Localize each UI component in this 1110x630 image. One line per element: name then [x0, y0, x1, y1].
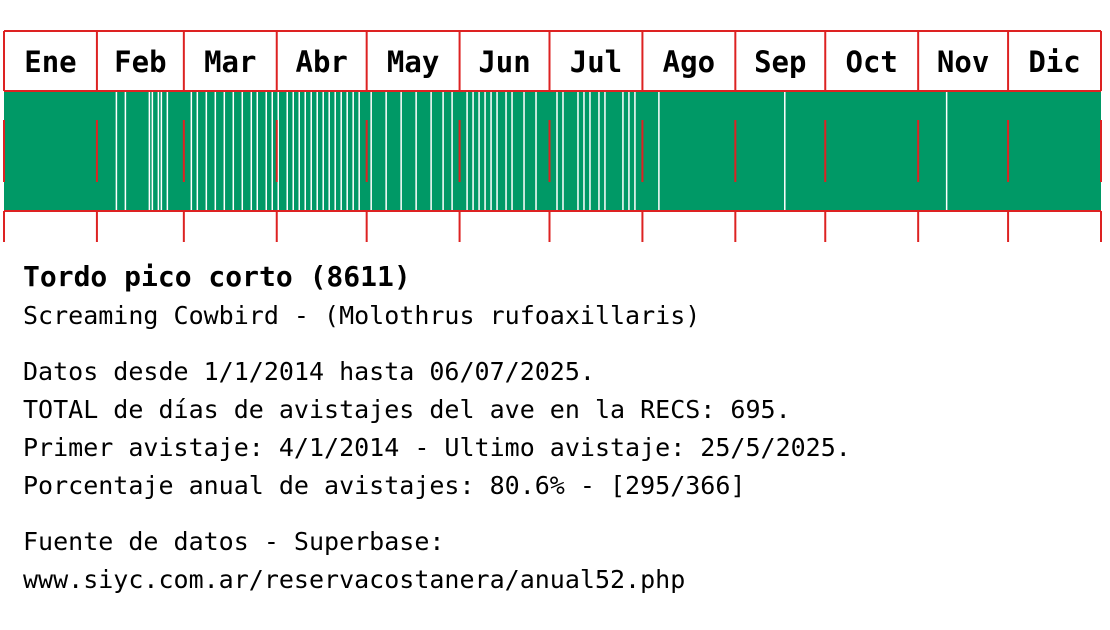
absence-day — [511, 92, 513, 210]
absence-day — [622, 92, 624, 210]
absence-day — [466, 92, 468, 210]
month-label: Feb — [114, 45, 166, 79]
absence-day — [316, 92, 318, 210]
absence-day — [496, 92, 498, 210]
first-last-sighting-text: Primer avistaje: 4/1/2014 - Ultimo avist… — [23, 433, 851, 462]
absence-day — [241, 92, 244, 210]
absence-day — [334, 92, 336, 210]
absence-day — [505, 92, 507, 210]
month-label: Jul — [570, 45, 622, 79]
month-label: Dic — [1028, 45, 1080, 79]
absence-day — [442, 92, 444, 210]
month-label: Ago — [663, 45, 715, 79]
absence-day — [370, 92, 372, 210]
month-label: Sep — [754, 45, 806, 79]
species-info: Tordo pico corto (8611) Screaming Cowbir… — [23, 257, 1103, 599]
data-source-label: Fuente de datos - Superbase: — [23, 527, 445, 556]
absence-day — [523, 92, 525, 210]
absence-day — [190, 92, 193, 210]
absence-day — [205, 92, 208, 210]
total-days-text: TOTAL de días de avistajes del ave en la… — [23, 395, 791, 424]
absence-day — [298, 92, 300, 210]
absence-day — [451, 92, 453, 210]
absence-day — [352, 92, 354, 210]
absence-day — [535, 92, 537, 210]
absence-day — [358, 92, 360, 210]
absence-day — [115, 92, 118, 210]
absence-day — [784, 92, 786, 210]
month-label: Mar — [204, 45, 256, 79]
absence-day — [157, 92, 160, 210]
absence-day — [658, 92, 660, 210]
absence-day — [271, 92, 274, 210]
absence-day — [250, 92, 253, 210]
absence-day — [304, 92, 306, 210]
absence-day — [148, 92, 151, 210]
month-label: Nov — [937, 45, 989, 79]
absence-day — [328, 92, 330, 210]
presence-band — [4, 92, 1101, 210]
absence-day — [430, 92, 432, 210]
absence-day — [385, 92, 387, 210]
absence-day — [583, 92, 585, 210]
month-label: Ene — [24, 45, 76, 79]
annual-sightings-calendar: Ene Feb Mar Abr May Jun Jul Ago Sep Oct Nov Dic — [3, 30, 1102, 242]
absence-day — [124, 92, 127, 210]
species-english-scientific: Screaming Cowbird - (Molothrus rufoaxill… — [23, 301, 701, 330]
month-label: Jun — [478, 45, 530, 79]
month-label: May — [387, 45, 439, 79]
absence-day — [286, 92, 288, 210]
month-label: Oct — [846, 45, 898, 79]
absence-day — [223, 92, 226, 210]
absence-day — [310, 92, 312, 210]
absence-day — [160, 92, 163, 210]
absence-day — [232, 92, 235, 210]
absence-day — [472, 92, 474, 210]
absence-day — [346, 92, 348, 210]
data-range-text: Datos desde 1/1/2014 hasta 06/07/2025. — [23, 357, 595, 386]
absence-day — [265, 92, 268, 210]
absence-day — [598, 92, 600, 210]
absence-day — [589, 92, 591, 210]
absence-day — [151, 92, 154, 210]
absence-day — [256, 92, 259, 210]
absence-day — [340, 92, 342, 210]
absence-day — [292, 92, 294, 210]
species-common-name: Tordo pico corto (8611) — [23, 260, 411, 293]
absence-day — [322, 92, 324, 210]
absence-day — [945, 92, 948, 210]
absence-day — [166, 92, 169, 210]
absence-day — [577, 92, 579, 210]
absence-day — [628, 92, 630, 210]
absence-day — [484, 92, 486, 210]
absence-day — [214, 92, 217, 210]
absence-day — [400, 92, 402, 210]
data-source-url[interactable]: www.siyc.com.ar/reservacostanera/anual52… — [23, 561, 1103, 599]
month-label: Abr — [296, 45, 348, 79]
absence-day — [604, 92, 606, 210]
absence-day — [196, 92, 199, 210]
absence-day — [562, 92, 564, 210]
absence-day — [490, 92, 492, 210]
absence-day — [556, 92, 558, 210]
annual-percentage-text: Porcentaje anual de avistajes: 80.6% - [… — [23, 471, 746, 500]
absence-day — [634, 92, 636, 210]
absence-day — [415, 92, 417, 210]
absence-day — [478, 92, 480, 210]
